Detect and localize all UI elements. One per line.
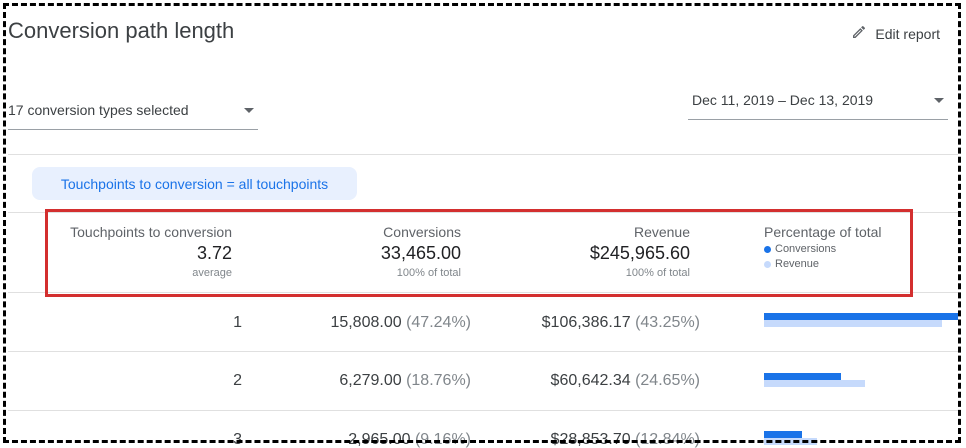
table-row: 3 2,965.00 (9.16%) $28,853.70 (12.84%) <box>8 411 958 448</box>
divider <box>8 154 958 155</box>
revenue-share-bar <box>764 320 942 327</box>
legend-revenue: Revenue <box>764 258 882 270</box>
touchpoints-summary: Touchpoints to conversion 3.72 average <box>70 224 232 279</box>
legend-revenue-label: Revenue <box>775 258 820 270</box>
conversions-value: 2,965.00 <box>348 431 411 448</box>
revenue-percent: (12.84%) <box>635 431 700 448</box>
conversions-percent: (47.24%) <box>406 314 471 331</box>
revenue-legend-dot <box>764 260 771 268</box>
column-header-touchpoints[interactable]: Touchpoints to conversion <box>70 224 232 240</box>
conversions-percent: (18.76%) <box>406 372 471 389</box>
cell-revenue: $60,642.34 (24.65%) <box>551 372 700 390</box>
revenue-share-bar <box>764 438 817 445</box>
date-range-value: Dec 11, 2019 – Dec 13, 2019 <box>692 92 874 108</box>
conversions-value: 6,279.00 <box>339 372 402 389</box>
cell-touchpoints: 1 <box>233 314 242 331</box>
cell-revenue: $28,853.70 (12.84%) <box>551 431 700 448</box>
page-title: Conversion path length <box>8 18 235 43</box>
cell-conversions: 15,808.00 (47.24%) <box>330 314 471 332</box>
table-row: 2 6,279.00 (18.76%) $60,642.34 (24.65%) <box>8 352 958 411</box>
edit-report-button[interactable]: Edit report <box>851 24 940 43</box>
column-header-conversions[interactable]: Conversions <box>381 224 461 240</box>
conversions-total-caption: 100% of total <box>396 267 461 279</box>
legend-conversions-label: Conversions <box>775 243 837 255</box>
dropdown-arrow-icon <box>244 108 254 113</box>
divider <box>8 212 958 213</box>
conversions-share-bar <box>764 313 958 320</box>
revenue-percent: (24.65%) <box>635 372 700 389</box>
conversions-summary: Conversions 33,465.00 100% of total <box>381 224 461 279</box>
table-row: 1 15,808.00 (47.24%) $106,386.17 (43.25%… <box>8 293 958 352</box>
conversion-types-select[interactable]: 17 conversion types selected <box>8 94 258 130</box>
touchpoints-average-value: 3.72 <box>196 243 232 263</box>
dropdown-arrow-icon <box>934 98 944 103</box>
revenue-percent: (43.25%) <box>635 314 700 331</box>
conversions-share-bar <box>764 431 802 438</box>
conversions-share-bar <box>764 373 841 380</box>
cell-conversions: 2,965.00 (9.16%) <box>348 431 471 448</box>
pencil-icon <box>851 24 867 43</box>
cell-touchpoints: 2 <box>233 372 242 389</box>
edit-report-label: Edit report <box>875 25 940 42</box>
conversions-value: 15,808.00 <box>330 314 402 331</box>
revenue-total-caption: 100% of total <box>625 267 690 279</box>
legend-conversions: Conversions <box>764 243 882 255</box>
conversion-types-value: 17 conversion types selected <box>8 102 189 118</box>
conversions-percent: (9.16%) <box>414 431 471 448</box>
touchpoints-filter-chip[interactable]: Touchpoints to conversion = all touchpoi… <box>32 167 357 200</box>
cell-revenue: $106,386.17 (43.25%) <box>542 314 700 332</box>
revenue-total-value: $245,965.60 <box>589 243 690 263</box>
revenue-value: $60,642.34 <box>550 372 631 389</box>
column-header-revenue[interactable]: Revenue <box>590 224 690 240</box>
revenue-value: $106,386.17 <box>541 314 631 331</box>
cell-conversions: 6,279.00 (18.76%) <box>339 372 471 390</box>
revenue-summary: Revenue $245,965.60 100% of total <box>590 224 690 279</box>
touchpoints-average-caption: average <box>192 267 232 279</box>
percentage-summary: Percentage of total Conversions Revenue <box>764 224 882 270</box>
conversions-total-value: 33,465.00 <box>380 243 461 263</box>
cell-touchpoints: 3 <box>233 431 242 448</box>
conversions-legend-dot <box>764 245 771 253</box>
date-range-select[interactable]: Dec 11, 2019 – Dec 13, 2019 <box>688 84 948 120</box>
revenue-share-bar <box>764 380 865 387</box>
column-header-percentage: Percentage of total <box>764 224 882 240</box>
revenue-value: $28,853.70 <box>550 431 631 448</box>
